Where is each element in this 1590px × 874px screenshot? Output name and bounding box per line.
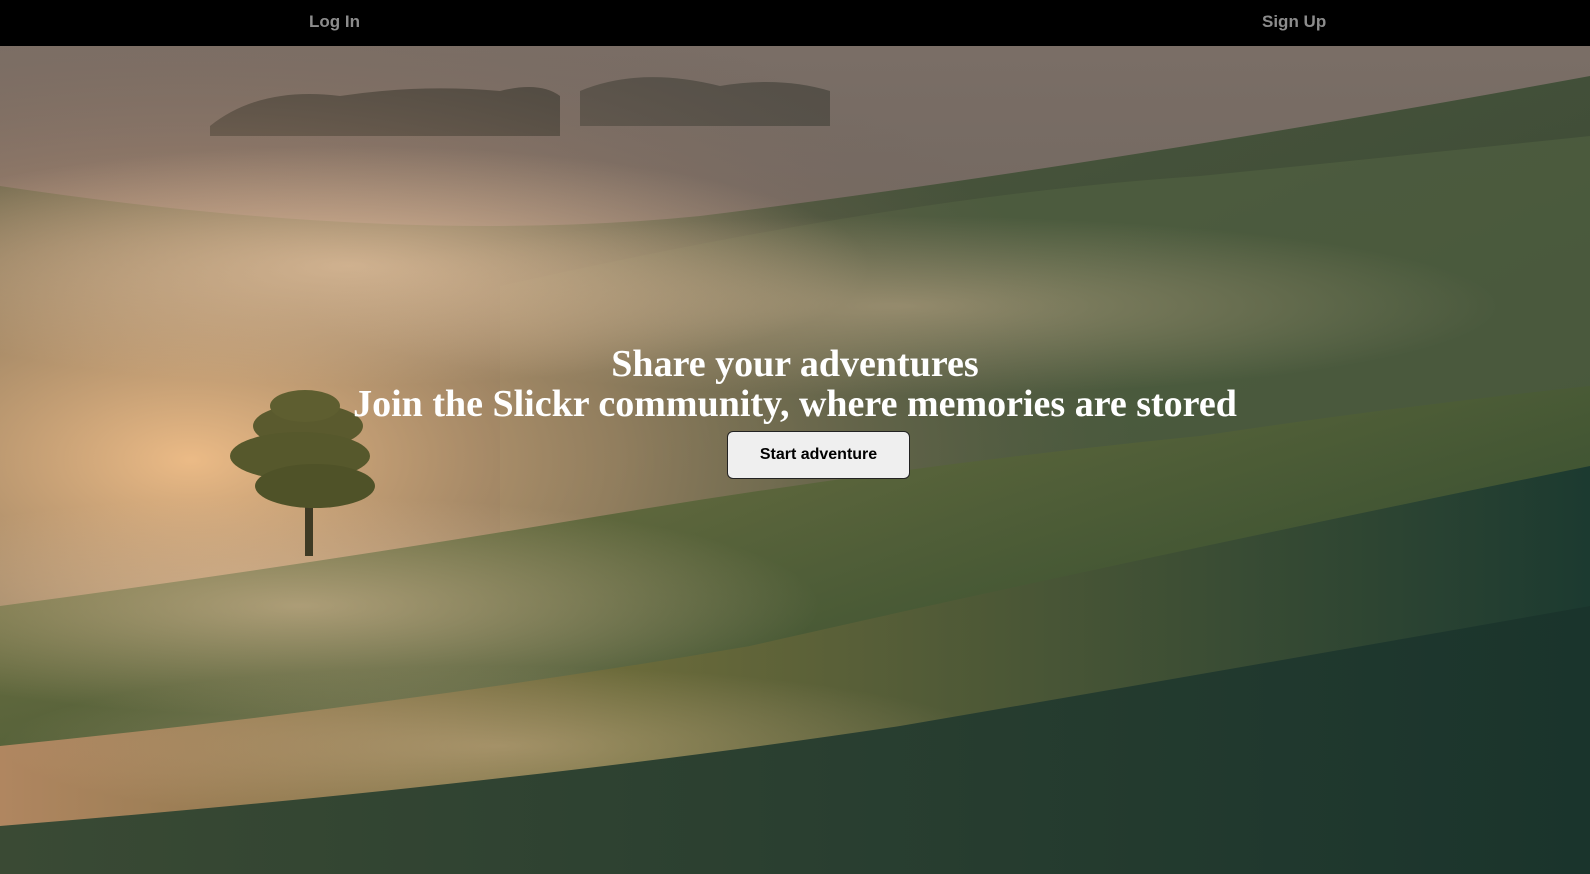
- login-link[interactable]: Log In: [309, 12, 360, 32]
- start-adventure-button[interactable]: Start adventure: [727, 431, 910, 479]
- signup-link[interactable]: Sign Up: [1262, 12, 1326, 32]
- hero-section: Share your adventures Join the Slickr co…: [0, 46, 1590, 874]
- top-nav-bar: Log In Sign Up: [0, 0, 1590, 46]
- hero-text-block: Share your adventures Join the Slickr co…: [0, 344, 1590, 424]
- hero-headline-line2: Join the Slickr community, where memorie…: [353, 383, 1237, 425]
- hero-headline-line1: Share your adventures: [611, 343, 979, 385]
